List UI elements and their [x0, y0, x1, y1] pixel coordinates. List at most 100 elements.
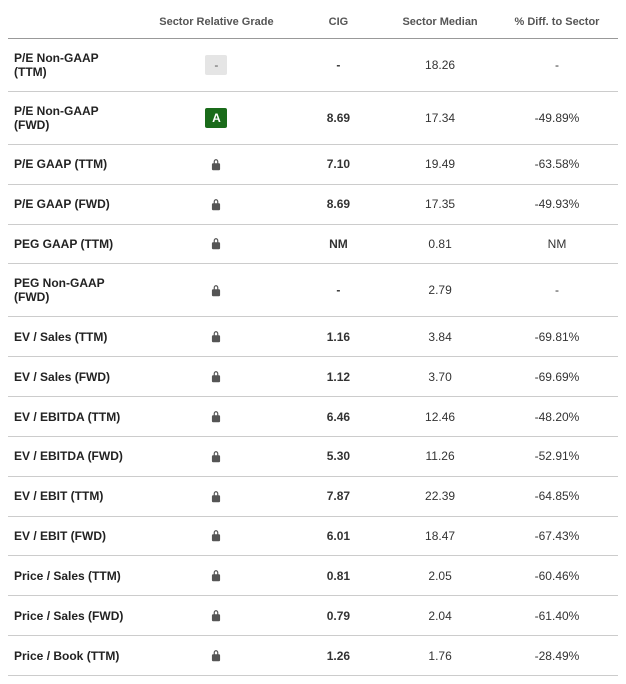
- cig-value: 0.81: [293, 556, 385, 596]
- cig-value: 5.30: [293, 436, 385, 476]
- cig-value: 6.46: [293, 397, 385, 437]
- grade-cell: [140, 596, 293, 636]
- lock-icon[interactable]: [209, 649, 223, 663]
- pct-diff-value: -: [496, 264, 618, 317]
- sector-median-value: 18.47: [384, 516, 496, 556]
- lock-icon[interactable]: [209, 198, 223, 212]
- grade-cell: [140, 145, 293, 185]
- metric-name[interactable]: P/E GAAP (FWD): [8, 184, 140, 224]
- pct-diff-value: -: [496, 39, 618, 92]
- cig-value: 1.12: [293, 357, 385, 397]
- table-row: EV / EBIT (FWD) 6.0118.47-67.43%: [8, 516, 618, 556]
- header-cig: CIG: [293, 8, 385, 39]
- pct-diff-value: NM: [496, 224, 618, 264]
- grade-cell: [140, 516, 293, 556]
- sector-median-value: 3.84: [384, 317, 496, 357]
- sector-median-value: 2.79: [384, 264, 496, 317]
- pct-diff-value: -64.85%: [496, 476, 618, 516]
- sector-median-value: 18.26: [384, 39, 496, 92]
- cig-value: 8.69: [293, 92, 385, 145]
- table-row: P/E Non-GAAP (TTM)--18.26-: [8, 39, 618, 92]
- header-diff: % Diff. to Sector: [496, 8, 618, 39]
- grade-dash: -: [205, 55, 227, 75]
- pct-diff-value: -49.89%: [496, 92, 618, 145]
- grade-cell: [140, 476, 293, 516]
- grade-badge[interactable]: A: [205, 108, 227, 128]
- table-row: PEG Non-GAAP (FWD) -2.79-: [8, 264, 618, 317]
- pct-diff-value: -69.69%: [496, 357, 618, 397]
- cig-value: -: [293, 264, 385, 317]
- metric-name[interactable]: PEG GAAP (TTM): [8, 224, 140, 264]
- lock-icon[interactable]: [209, 569, 223, 583]
- metric-name[interactable]: Price / Book (TTM): [8, 636, 140, 676]
- lock-icon[interactable]: [209, 237, 223, 251]
- sector-median-value: 19.49: [384, 145, 496, 185]
- sector-median-value: 12.46: [384, 397, 496, 437]
- pct-diff-value: -52.91%: [496, 436, 618, 476]
- header-metric: [8, 8, 140, 39]
- lock-icon[interactable]: [209, 330, 223, 344]
- metric-name[interactable]: EV / EBITDA (TTM): [8, 397, 140, 437]
- cig-value: 8.69: [293, 184, 385, 224]
- table-row: Price / Sales (FWD) 0.792.04-61.40%: [8, 596, 618, 636]
- pct-diff-value: -61.40%: [496, 596, 618, 636]
- lock-icon[interactable]: [209, 490, 223, 504]
- metric-name[interactable]: P/E GAAP (TTM): [8, 145, 140, 185]
- sector-median-value: 0.81: [384, 224, 496, 264]
- metric-name[interactable]: EV / Sales (FWD): [8, 357, 140, 397]
- metric-name[interactable]: PEG Non-GAAP (FWD): [8, 264, 140, 317]
- table-row: P/E Non-GAAP (FWD) A 8.6917.34-49.89%: [8, 92, 618, 145]
- sector-median-value: 3.70: [384, 357, 496, 397]
- pct-diff-value: -67.43%: [496, 516, 618, 556]
- grade-cell: [140, 224, 293, 264]
- sector-median-value: 2.04: [384, 596, 496, 636]
- header-grade: Sector Relative Grade: [140, 8, 293, 39]
- metric-name[interactable]: Price / Sales (TTM): [8, 556, 140, 596]
- grade-cell: [140, 636, 293, 676]
- grade-cell: A: [140, 92, 293, 145]
- lock-icon[interactable]: [209, 158, 223, 172]
- table-row: EV / EBITDA (FWD) 5.3011.26-52.91%: [8, 436, 618, 476]
- pct-diff-value: -60.46%: [496, 556, 618, 596]
- table-row: P/E GAAP (FWD) 8.6917.35-49.93%: [8, 184, 618, 224]
- cig-value: 7.87: [293, 476, 385, 516]
- metric-name[interactable]: EV / EBIT (TTM): [8, 476, 140, 516]
- metric-name[interactable]: EV / EBITDA (FWD): [8, 436, 140, 476]
- sector-median-value: 1.76: [384, 636, 496, 676]
- metric-name[interactable]: Price / Sales (FWD): [8, 596, 140, 636]
- lock-icon[interactable]: [209, 370, 223, 384]
- lock-icon[interactable]: [209, 609, 223, 623]
- grade-cell: [140, 397, 293, 437]
- lock-icon[interactable]: [209, 529, 223, 543]
- pct-diff-value: -48.20%: [496, 397, 618, 437]
- grade-cell: [140, 264, 293, 317]
- lock-icon[interactable]: [209, 410, 223, 424]
- cig-value: 6.01: [293, 516, 385, 556]
- sector-median-value: 22.39: [384, 476, 496, 516]
- sector-median-value: 17.35: [384, 184, 496, 224]
- metric-name[interactable]: P/E Non-GAAP (TTM): [8, 39, 140, 92]
- table-row: EV / Sales (TTM)1.163.84-69.81%: [8, 317, 618, 357]
- cig-value: 0.79: [293, 596, 385, 636]
- metric-name[interactable]: EV / Sales (TTM): [8, 317, 140, 357]
- lock-icon[interactable]: [209, 450, 223, 464]
- metric-name[interactable]: EV / EBIT (FWD): [8, 516, 140, 556]
- pct-diff-value: -28.49%: [496, 636, 618, 676]
- grade-cell: [140, 184, 293, 224]
- table-row: P/E GAAP (TTM)7.1019.49-63.58%: [8, 145, 618, 185]
- sector-median-value: 17.34: [384, 92, 496, 145]
- sector-median-value: 11.26: [384, 436, 496, 476]
- pct-diff-value: -63.58%: [496, 145, 618, 185]
- valuation-table: Sector Relative Grade CIG Sector Median …: [8, 8, 618, 676]
- pct-diff-value: -49.93%: [496, 184, 618, 224]
- lock-icon[interactable]: [209, 284, 223, 298]
- metric-name[interactable]: P/E Non-GAAP (FWD): [8, 92, 140, 145]
- table-row: EV / Sales (FWD) 1.123.70-69.69%: [8, 357, 618, 397]
- cig-value: 1.16: [293, 317, 385, 357]
- grade-cell: -: [140, 39, 293, 92]
- table-header-row: Sector Relative Grade CIG Sector Median …: [8, 8, 618, 39]
- table-row: EV / EBIT (TTM) 7.8722.39-64.85%: [8, 476, 618, 516]
- cig-value: NM: [293, 224, 385, 264]
- cig-value: -: [293, 39, 385, 92]
- header-median: Sector Median: [384, 8, 496, 39]
